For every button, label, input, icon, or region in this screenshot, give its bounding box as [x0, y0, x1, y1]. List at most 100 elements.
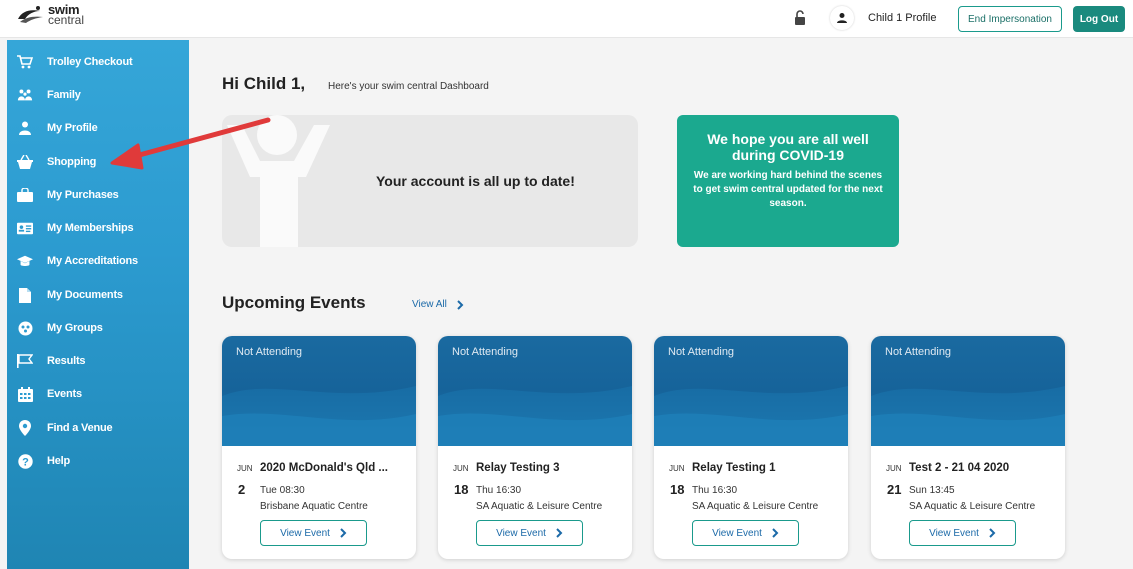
help-icon: ? [17, 453, 33, 469]
view-event-button[interactable]: View Event [909, 520, 1016, 546]
sidebar-item-label: Find a Venue [47, 422, 113, 434]
chevron-right-icon [457, 299, 464, 310]
logo-line-2: central [48, 13, 85, 27]
event-month: JUN [453, 464, 469, 473]
top-bar: swim central Child 1 Profile End Imperso… [0, 0, 1133, 38]
view-event-button[interactable]: View Event [692, 520, 799, 546]
event-title: Relay Testing 1 [692, 462, 776, 474]
sidebar-item-label: Results [47, 355, 86, 367]
event-day: 21 [887, 482, 902, 497]
sidebar-item-find-a-venue[interactable]: Find a Venue [7, 413, 189, 443]
sidebar-item-label: My Documents [47, 289, 123, 301]
view-all-link[interactable]: View All [412, 299, 464, 310]
sidebar: Trolley Checkout Family My Profile Shopp… [7, 40, 189, 569]
view-event-button[interactable]: View Event [260, 520, 367, 546]
view-event-label: View Event [496, 527, 546, 539]
end-impersonation-button[interactable]: End Impersonation [958, 6, 1062, 32]
document-icon [17, 287, 33, 303]
sidebar-item-label: My Purchases [47, 189, 119, 201]
event-banner: Not Attending [438, 336, 632, 446]
covid-notice-card: We hope you are all well during COVID-19… [677, 115, 899, 247]
event-banner: Not Attending [222, 336, 416, 446]
chevron-right-icon [340, 528, 347, 538]
event-venue: SA Aquatic & Leisure Centre [909, 501, 1036, 512]
sidebar-item-my-groups[interactable]: My Groups [7, 313, 189, 343]
sidebar-item-my-memberships[interactable]: My Memberships [7, 213, 189, 243]
event-card[interactable]: Not Attending JUN Relay Testing 1 18 Thu… [654, 336, 848, 559]
event-day: 18 [454, 482, 469, 497]
greeting-subtitle: Here's your swim central Dashboard [328, 81, 489, 92]
sidebar-item-family[interactable]: Family [7, 80, 189, 110]
sidebar-item-label: My Memberships [47, 222, 134, 234]
event-time: Sun 13:45 [909, 485, 955, 496]
event-month: JUN [237, 464, 253, 473]
sidebar-item-label: Events [47, 388, 82, 400]
swim-central-logo[interactable]: swim central [16, 3, 85, 27]
sidebar-item-label: My Accreditations [47, 255, 138, 267]
cart-icon [17, 54, 33, 70]
celebrating-figure-icon [227, 115, 330, 247]
svg-text:?: ? [22, 456, 29, 468]
chevron-right-icon [772, 528, 779, 538]
event-month: JUN [886, 464, 902, 473]
sidebar-item-results[interactable]: Results [7, 346, 189, 376]
event-venue: SA Aquatic & Leisure Centre [476, 501, 603, 512]
event-title: 2020 McDonald's Qld ... [260, 462, 388, 474]
view-event-button[interactable]: View Event [476, 520, 583, 546]
person-icon [17, 120, 33, 136]
sidebar-item-help[interactable]: ? Help [7, 446, 189, 476]
event-venue: SA Aquatic & Leisure Centre [692, 501, 819, 512]
sidebar-item-my-documents[interactable]: My Documents [7, 280, 189, 310]
graduation-cap-icon [17, 253, 33, 269]
covid-notice-title: We hope you are all well during COVID-19 [707, 131, 869, 163]
sidebar-item-label: Family [47, 89, 81, 101]
sidebar-item-my-purchases[interactable]: My Purchases [7, 180, 189, 210]
event-month: JUN [669, 464, 685, 473]
attendance-status: Not Attending [452, 346, 519, 358]
id-card-icon [17, 220, 33, 236]
event-title: Test 2 - 21 04 2020 [909, 462, 1010, 474]
upcoming-events-heading: Upcoming Events [222, 293, 366, 312]
location-pin-icon [17, 420, 33, 436]
sidebar-item-events[interactable]: Events [7, 379, 189, 409]
calendar-icon [17, 386, 33, 402]
sidebar-item-my-accreditations[interactable]: My Accreditations [7, 246, 189, 276]
family-icon [17, 87, 33, 103]
covid-notice-body: We are working hard behind the scenes to… [693, 170, 883, 209]
event-day: 2 [238, 482, 246, 497]
user-icon[interactable] [830, 6, 854, 30]
greeting-title: Hi Child 1, [222, 74, 306, 93]
event-title: Relay Testing 3 [476, 462, 560, 474]
chevron-right-icon [556, 528, 563, 538]
logout-button[interactable]: Log Out [1073, 6, 1125, 32]
event-card[interactable]: Not Attending JUN Test 2 - 21 04 2020 21… [871, 336, 1065, 559]
view-event-label: View Event [280, 527, 330, 539]
basket-icon [17, 154, 33, 170]
event-banner: Not Attending [654, 336, 848, 446]
sidebar-item-trolley-checkout[interactable]: Trolley Checkout [7, 47, 189, 77]
attendance-status: Not Attending [236, 346, 303, 358]
attendance-status: Not Attending [885, 346, 952, 358]
event-day: 18 [670, 482, 685, 497]
event-card[interactable]: Not Attending JUN Relay Testing 3 18 Thu… [438, 336, 632, 559]
sidebar-item-label: Shopping [47, 156, 97, 168]
event-venue: Brisbane Aquatic Centre [260, 501, 368, 512]
event-time: Thu 16:30 [476, 485, 522, 496]
chevron-right-icon [989, 528, 996, 538]
account-status-message: Your account is all up to date! [376, 173, 575, 189]
sidebar-item-my-profile[interactable]: My Profile [7, 113, 189, 143]
event-time: Thu 16:30 [692, 485, 738, 496]
profile-name[interactable]: Child 1 Profile [868, 12, 936, 24]
account-status-card: Your account is all up to date! [222, 115, 638, 247]
sidebar-item-shopping[interactable]: Shopping [7, 147, 189, 177]
event-time: Tue 08:30 [260, 485, 305, 496]
sidebar-item-label: Trolley Checkout [47, 56, 133, 68]
lock-icon[interactable] [794, 10, 806, 26]
event-card[interactable]: Not Attending JUN 2020 McDonald's Qld ..… [222, 336, 416, 559]
view-event-label: View Event [712, 527, 762, 539]
view-event-label: View Event [929, 527, 979, 539]
flag-icon [17, 353, 33, 369]
sidebar-item-label: My Groups [47, 322, 103, 334]
groups-icon [17, 320, 33, 336]
swimmer-logo-icon [18, 6, 43, 23]
